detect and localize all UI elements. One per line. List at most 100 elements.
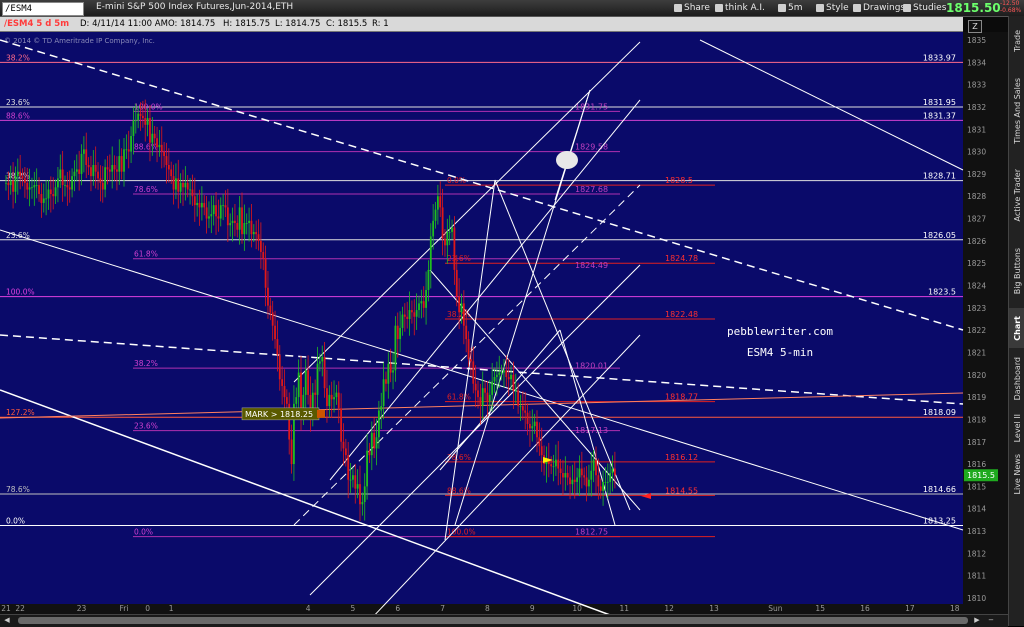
candle-body <box>35 185 38 186</box>
fib-level-left-label: 100.0% <box>6 288 35 297</box>
tab-label: Level II <box>1012 413 1022 443</box>
horizontal-scrollbar[interactable]: ◀ ▶ − <box>0 614 1008 627</box>
candle-body <box>226 207 229 226</box>
candle-body <box>252 231 255 235</box>
candle-body <box>276 339 279 355</box>
tab-big-buttons[interactable]: Big Buttons <box>1009 234 1024 308</box>
scroll-left-icon[interactable]: ◀ <box>2 616 12 625</box>
drawings-button[interactable]: Drawings <box>853 2 905 14</box>
price-tick-label: 1823 <box>967 304 986 313</box>
price-change: -12.50 -0.68% <box>1000 0 1021 14</box>
candle-body <box>337 392 340 409</box>
candle-body <box>434 209 437 221</box>
projection-label: 1824.49 <box>575 261 608 270</box>
candle-body <box>219 205 222 219</box>
candle-body <box>590 470 593 480</box>
candle-body <box>458 296 461 313</box>
candle-body <box>557 459 560 469</box>
style-button[interactable]: Style <box>816 2 849 14</box>
aggregation-button[interactable]: 5m <box>778 2 803 14</box>
candle-body <box>526 412 529 424</box>
candle-body <box>460 303 463 313</box>
bar-date: D: 4/11/14 11:00 AM <box>80 19 168 29</box>
plot-background <box>0 32 963 604</box>
fib-level-right-label: 1823.5 <box>928 288 956 297</box>
tab-trade[interactable]: Trade <box>1009 16 1024 66</box>
candle-body <box>179 182 182 192</box>
candle-body <box>580 468 583 476</box>
projection-label: 1814.55 <box>665 486 698 495</box>
projection-label: 1817.13 <box>575 426 608 435</box>
candle-body <box>54 187 57 197</box>
candle-body <box>9 180 12 186</box>
share-button[interactable]: Share <box>674 2 710 14</box>
scroll-right-icon[interactable]: ▶ <box>972 616 982 625</box>
candle-body <box>167 164 170 170</box>
tab-dashboard[interactable]: Dashboard <box>1009 348 1024 410</box>
tab-label: Trade <box>1012 30 1022 52</box>
candle-body <box>411 310 413 313</box>
magenta-fib-label: 38.2% <box>134 359 158 368</box>
candle-body <box>472 361 475 384</box>
candle-body <box>606 481 609 483</box>
zoom-out-icon[interactable]: − <box>986 616 996 625</box>
candle-body <box>175 178 177 190</box>
chart-plot[interactable]: 1810181118121813181418151816181718181819… <box>0 0 1024 626</box>
gear-icon <box>816 4 824 12</box>
candle-body <box>295 397 298 404</box>
price-tick-label: 1825 <box>967 259 986 268</box>
candle-body <box>271 312 274 326</box>
candle-body <box>222 205 225 206</box>
fib-level-left-label: 38.2% <box>6 53 30 62</box>
mark-label: MARK > 1818.25 <box>245 410 313 419</box>
candle-body <box>127 149 130 152</box>
price-tick-label: 1813 <box>967 527 986 536</box>
time-tick-label: 8 <box>485 604 490 613</box>
zoom-icon[interactable]: Z <box>968 20 982 33</box>
time-tick-label: 16 <box>860 604 870 613</box>
fib-level-left-label: 0.0% <box>6 516 25 525</box>
time-tick-label: 15 <box>815 604 825 613</box>
tab-times-and-sales[interactable]: Times And Sales <box>1009 66 1024 156</box>
candle-body <box>132 120 135 136</box>
candle-body <box>566 473 569 478</box>
fib-level-left-label: 23.6% <box>6 98 30 107</box>
candle-body <box>28 187 31 190</box>
scrollbar-thumb[interactable] <box>18 617 968 624</box>
candle-body <box>333 397 335 400</box>
candle-body <box>45 198 48 200</box>
tab-live-news[interactable]: Live News <box>1009 446 1024 502</box>
tab-level-ii[interactable]: Level II <box>1009 410 1024 446</box>
price-tick-label: 1818 <box>967 415 986 424</box>
red-fib-label: 61.8% <box>447 393 471 402</box>
drawings-label: Drawings <box>863 3 906 13</box>
price-tick-label: 1824 <box>967 282 986 291</box>
fib-level-left-label: 78.6% <box>6 485 30 494</box>
candle-body <box>130 135 132 152</box>
bar-low: L: 1814.75 <box>275 19 321 29</box>
symbol-input[interactable]: /ESM4 <box>2 2 84 16</box>
tab-chart[interactable]: Chart <box>1009 308 1024 348</box>
watermark-site: pebblewriter.com <box>727 325 833 338</box>
price-tick-label: 1829 <box>967 170 986 179</box>
think-ai-button[interactable]: think A.I. <box>715 2 765 14</box>
candle-body <box>366 450 368 487</box>
candle-body <box>259 240 262 253</box>
projection-label: 1827.68 <box>575 185 608 194</box>
price-tick-label: 1812 <box>967 549 986 558</box>
candle-body <box>377 410 380 438</box>
candle-body <box>33 185 36 188</box>
study-symbol[interactable]: /ESM4 5 d 5m <box>4 18 69 30</box>
candle-body <box>68 187 71 190</box>
copyright-text: © 2014 © TD Ameritrade IP Company, Inc. <box>4 37 155 45</box>
candle-body <box>427 269 430 290</box>
tab-active-trader[interactable]: Active Trader <box>1009 156 1024 234</box>
studies-button[interactable]: Studies <box>903 2 946 14</box>
share-label: Share <box>684 3 710 13</box>
candle-body <box>328 394 331 407</box>
candle-body <box>382 379 385 407</box>
candle-body <box>139 113 142 116</box>
magenta-fib-label: 23.6% <box>134 422 158 431</box>
candle-body <box>21 176 24 179</box>
candle-body <box>408 310 411 319</box>
